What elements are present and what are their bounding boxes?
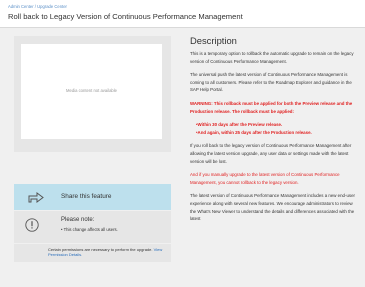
- breadcrumb-upgrade-center[interactable]: Upgrade Center: [37, 4, 67, 9]
- description-manual-upgrade-note: And if you manually upgrade to the lates…: [190, 172, 340, 185]
- page-title: Roll back to Legacy Version of Continuou…: [8, 12, 243, 21]
- description-title: Description: [190, 36, 237, 46]
- description-intro: This is a temporary option to rollback t…: [190, 51, 354, 64]
- note-list-item: • This change affects all users.: [61, 227, 118, 232]
- note-title: Please note:: [61, 217, 95, 223]
- breadcrumb-admin-center[interactable]: Admin Center: [8, 4, 34, 9]
- breadcrumb: Admin Center / Upgrade Center: [8, 4, 67, 9]
- rollback-warning: WARNING: This rollback must be applied f…: [190, 100, 353, 114]
- rollback-deadline-list: Within 30 days after the Preview release…: [190, 121, 356, 136]
- exclamation-circle-icon: [25, 218, 39, 232]
- breadcrumb-separator: /: [34, 4, 36, 9]
- permissions-panel: Certain permissions are necessary to per…: [14, 244, 171, 262]
- description-data-loss: If you roll back to the legacy version o…: [190, 143, 352, 164]
- share-arrow-icon: [28, 192, 44, 203]
- description-new-features: The latest version of Continuous Perform…: [190, 193, 355, 222]
- description-universal-push: The universal push the latest version of…: [190, 72, 352, 93]
- rollback-deadline-item: Within 30 days after the Preview release…: [196, 121, 356, 129]
- permissions-text: Certain permissions are necessary to per…: [48, 247, 163, 258]
- description-panel: Description This is a temporary option t…: [190, 36, 356, 287]
- rollback-deadline-item: And again, within 25 days after the Prod…: [196, 129, 356, 137]
- share-feature-label: Share this feature: [61, 193, 112, 200]
- share-feature-button[interactable]: Share this feature: [14, 184, 171, 210]
- media-viewer: Media content not available: [21, 44, 162, 139]
- note-panel: Please note: • This change affects all u…: [14, 211, 171, 243]
- media-placeholder-text: Media content not available: [66, 88, 117, 93]
